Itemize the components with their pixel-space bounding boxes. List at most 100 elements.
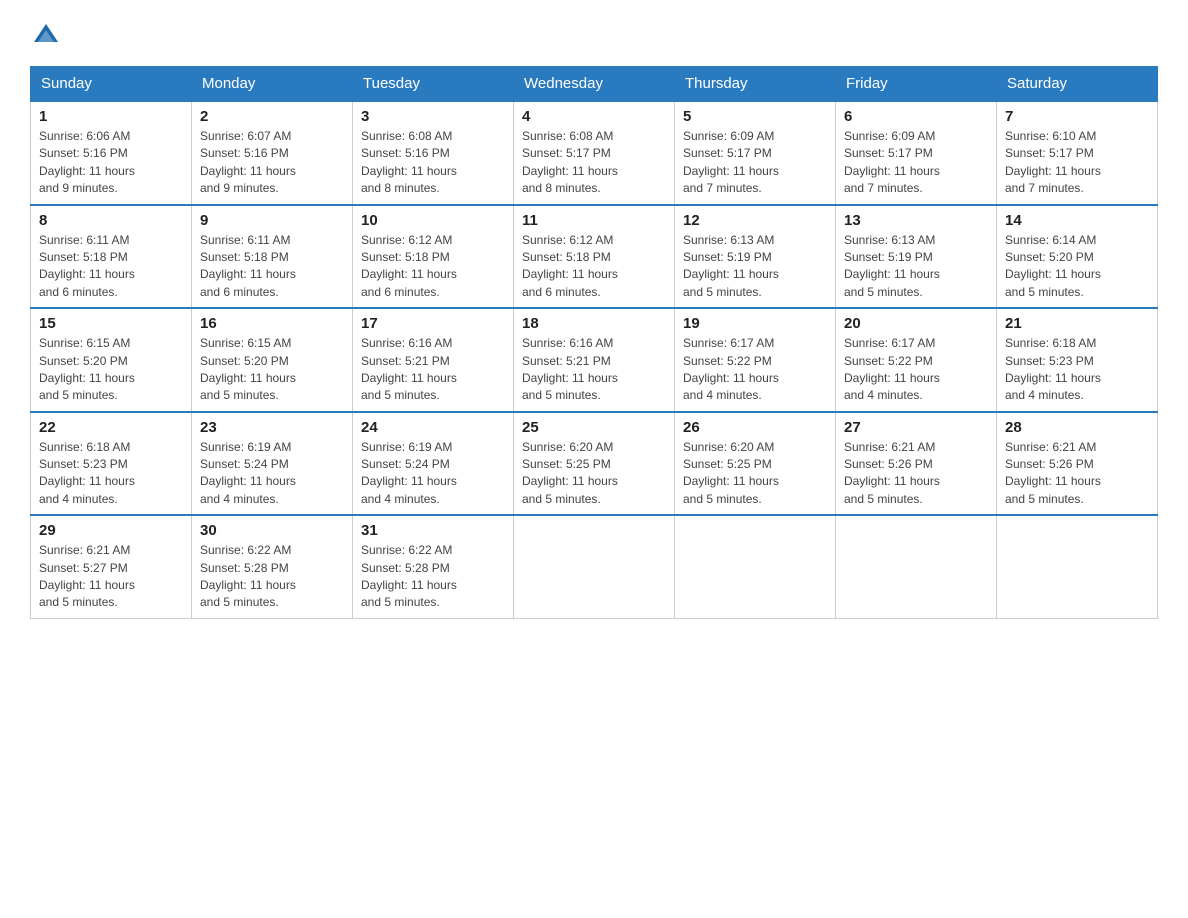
day-number: 31: [361, 522, 505, 539]
calendar-cell: 30 Sunrise: 6:22 AMSunset: 5:28 PMDaylig…: [192, 515, 353, 618]
calendar-cell: 24 Sunrise: 6:19 AMSunset: 5:24 PMDaylig…: [353, 412, 514, 516]
day-info: Sunrise: 6:14 AMSunset: 5:20 PMDaylight:…: [1005, 233, 1101, 299]
calendar-cell: 1 Sunrise: 6:06 AMSunset: 5:16 PMDayligh…: [31, 101, 192, 205]
calendar-cell: 31 Sunrise: 6:22 AMSunset: 5:28 PMDaylig…: [353, 515, 514, 618]
column-header-thursday: Thursday: [675, 67, 836, 102]
day-info: Sunrise: 6:17 AMSunset: 5:22 PMDaylight:…: [844, 336, 940, 402]
day-info: Sunrise: 6:12 AMSunset: 5:18 PMDaylight:…: [361, 233, 457, 299]
calendar-cell: 17 Sunrise: 6:16 AMSunset: 5:21 PMDaylig…: [353, 308, 514, 412]
day-info: Sunrise: 6:21 AMSunset: 5:27 PMDaylight:…: [39, 543, 135, 609]
calendar-cell: 10 Sunrise: 6:12 AMSunset: 5:18 PMDaylig…: [353, 205, 514, 309]
calendar-cell: 11 Sunrise: 6:12 AMSunset: 5:18 PMDaylig…: [514, 205, 675, 309]
calendar-cell: 27 Sunrise: 6:21 AMSunset: 5:26 PMDaylig…: [836, 412, 997, 516]
calendar-cell: 6 Sunrise: 6:09 AMSunset: 5:17 PMDayligh…: [836, 101, 997, 205]
day-info: Sunrise: 6:17 AMSunset: 5:22 PMDaylight:…: [683, 336, 779, 402]
calendar-cell: 22 Sunrise: 6:18 AMSunset: 5:23 PMDaylig…: [31, 412, 192, 516]
calendar-cell: 21 Sunrise: 6:18 AMSunset: 5:23 PMDaylig…: [997, 308, 1158, 412]
day-info: Sunrise: 6:19 AMSunset: 5:24 PMDaylight:…: [200, 440, 296, 506]
day-info: Sunrise: 6:16 AMSunset: 5:21 PMDaylight:…: [522, 336, 618, 402]
column-header-saturday: Saturday: [997, 67, 1158, 102]
day-number: 6: [844, 108, 988, 125]
day-info: Sunrise: 6:09 AMSunset: 5:17 PMDaylight:…: [683, 129, 779, 195]
day-number: 24: [361, 419, 505, 436]
calendar-cell: 26 Sunrise: 6:20 AMSunset: 5:25 PMDaylig…: [675, 412, 836, 516]
calendar-cell: [836, 515, 997, 618]
column-header-sunday: Sunday: [31, 67, 192, 102]
day-number: 19: [683, 315, 827, 332]
calendar-week-row: 15 Sunrise: 6:15 AMSunset: 5:20 PMDaylig…: [31, 308, 1158, 412]
day-info: Sunrise: 6:13 AMSunset: 5:19 PMDaylight:…: [683, 233, 779, 299]
calendar-cell: 9 Sunrise: 6:11 AMSunset: 5:18 PMDayligh…: [192, 205, 353, 309]
page-header: [30, 20, 1158, 48]
calendar-cell: [675, 515, 836, 618]
calendar-cell: 20 Sunrise: 6:17 AMSunset: 5:22 PMDaylig…: [836, 308, 997, 412]
day-info: Sunrise: 6:16 AMSunset: 5:21 PMDaylight:…: [361, 336, 457, 402]
logo: [30, 20, 60, 48]
calendar-cell: 15 Sunrise: 6:15 AMSunset: 5:20 PMDaylig…: [31, 308, 192, 412]
day-info: Sunrise: 6:13 AMSunset: 5:19 PMDaylight:…: [844, 233, 940, 299]
column-header-wednesday: Wednesday: [514, 67, 675, 102]
day-number: 27: [844, 419, 988, 436]
day-number: 18: [522, 315, 666, 332]
calendar-cell: 5 Sunrise: 6:09 AMSunset: 5:17 PMDayligh…: [675, 101, 836, 205]
day-info: Sunrise: 6:21 AMSunset: 5:26 PMDaylight:…: [844, 440, 940, 506]
calendar-cell: 16 Sunrise: 6:15 AMSunset: 5:20 PMDaylig…: [192, 308, 353, 412]
day-info: Sunrise: 6:11 AMSunset: 5:18 PMDaylight:…: [39, 233, 135, 299]
day-number: 17: [361, 315, 505, 332]
day-info: Sunrise: 6:20 AMSunset: 5:25 PMDaylight:…: [683, 440, 779, 506]
day-number: 11: [522, 212, 666, 229]
calendar-cell: 8 Sunrise: 6:11 AMSunset: 5:18 PMDayligh…: [31, 205, 192, 309]
calendar-cell: 12 Sunrise: 6:13 AMSunset: 5:19 PMDaylig…: [675, 205, 836, 309]
calendar-header-row: SundayMondayTuesdayWednesdayThursdayFrid…: [31, 67, 1158, 102]
day-info: Sunrise: 6:07 AMSunset: 5:16 PMDaylight:…: [200, 129, 296, 195]
calendar-cell: 2 Sunrise: 6:07 AMSunset: 5:16 PMDayligh…: [192, 101, 353, 205]
day-number: 28: [1005, 419, 1149, 436]
day-number: 23: [200, 419, 344, 436]
day-info: Sunrise: 6:22 AMSunset: 5:28 PMDaylight:…: [200, 543, 296, 609]
calendar-cell: 4 Sunrise: 6:08 AMSunset: 5:17 PMDayligh…: [514, 101, 675, 205]
day-info: Sunrise: 6:15 AMSunset: 5:20 PMDaylight:…: [39, 336, 135, 402]
day-number: 15: [39, 315, 183, 332]
day-number: 2: [200, 108, 344, 125]
calendar-week-row: 22 Sunrise: 6:18 AMSunset: 5:23 PMDaylig…: [31, 412, 1158, 516]
day-number: 25: [522, 419, 666, 436]
calendar-week-row: 8 Sunrise: 6:11 AMSunset: 5:18 PMDayligh…: [31, 205, 1158, 309]
day-number: 5: [683, 108, 827, 125]
calendar-cell: [997, 515, 1158, 618]
calendar-cell: 29 Sunrise: 6:21 AMSunset: 5:27 PMDaylig…: [31, 515, 192, 618]
day-number: 30: [200, 522, 344, 539]
day-number: 20: [844, 315, 988, 332]
day-number: 10: [361, 212, 505, 229]
day-number: 13: [844, 212, 988, 229]
day-info: Sunrise: 6:12 AMSunset: 5:18 PMDaylight:…: [522, 233, 618, 299]
day-info: Sunrise: 6:21 AMSunset: 5:26 PMDaylight:…: [1005, 440, 1101, 506]
calendar-table: SundayMondayTuesdayWednesdayThursdayFrid…: [30, 66, 1158, 619]
logo-icon: [32, 20, 60, 48]
calendar-cell: [514, 515, 675, 618]
day-info: Sunrise: 6:20 AMSunset: 5:25 PMDaylight:…: [522, 440, 618, 506]
day-number: 9: [200, 212, 344, 229]
column-header-friday: Friday: [836, 67, 997, 102]
column-header-tuesday: Tuesday: [353, 67, 514, 102]
column-header-monday: Monday: [192, 67, 353, 102]
day-info: Sunrise: 6:09 AMSunset: 5:17 PMDaylight:…: [844, 129, 940, 195]
calendar-cell: 25 Sunrise: 6:20 AMSunset: 5:25 PMDaylig…: [514, 412, 675, 516]
day-info: Sunrise: 6:18 AMSunset: 5:23 PMDaylight:…: [39, 440, 135, 506]
day-info: Sunrise: 6:08 AMSunset: 5:17 PMDaylight:…: [522, 129, 618, 195]
day-number: 21: [1005, 315, 1149, 332]
day-info: Sunrise: 6:10 AMSunset: 5:17 PMDaylight:…: [1005, 129, 1101, 195]
day-number: 4: [522, 108, 666, 125]
calendar-cell: 28 Sunrise: 6:21 AMSunset: 5:26 PMDaylig…: [997, 412, 1158, 516]
calendar-cell: 19 Sunrise: 6:17 AMSunset: 5:22 PMDaylig…: [675, 308, 836, 412]
day-info: Sunrise: 6:19 AMSunset: 5:24 PMDaylight:…: [361, 440, 457, 506]
calendar-week-row: 1 Sunrise: 6:06 AMSunset: 5:16 PMDayligh…: [31, 101, 1158, 205]
calendar-cell: 3 Sunrise: 6:08 AMSunset: 5:16 PMDayligh…: [353, 101, 514, 205]
calendar-cell: 14 Sunrise: 6:14 AMSunset: 5:20 PMDaylig…: [997, 205, 1158, 309]
day-number: 12: [683, 212, 827, 229]
day-number: 1: [39, 108, 183, 125]
day-info: Sunrise: 6:15 AMSunset: 5:20 PMDaylight:…: [200, 336, 296, 402]
day-number: 29: [39, 522, 183, 539]
calendar-cell: 7 Sunrise: 6:10 AMSunset: 5:17 PMDayligh…: [997, 101, 1158, 205]
day-info: Sunrise: 6:18 AMSunset: 5:23 PMDaylight:…: [1005, 336, 1101, 402]
day-number: 26: [683, 419, 827, 436]
